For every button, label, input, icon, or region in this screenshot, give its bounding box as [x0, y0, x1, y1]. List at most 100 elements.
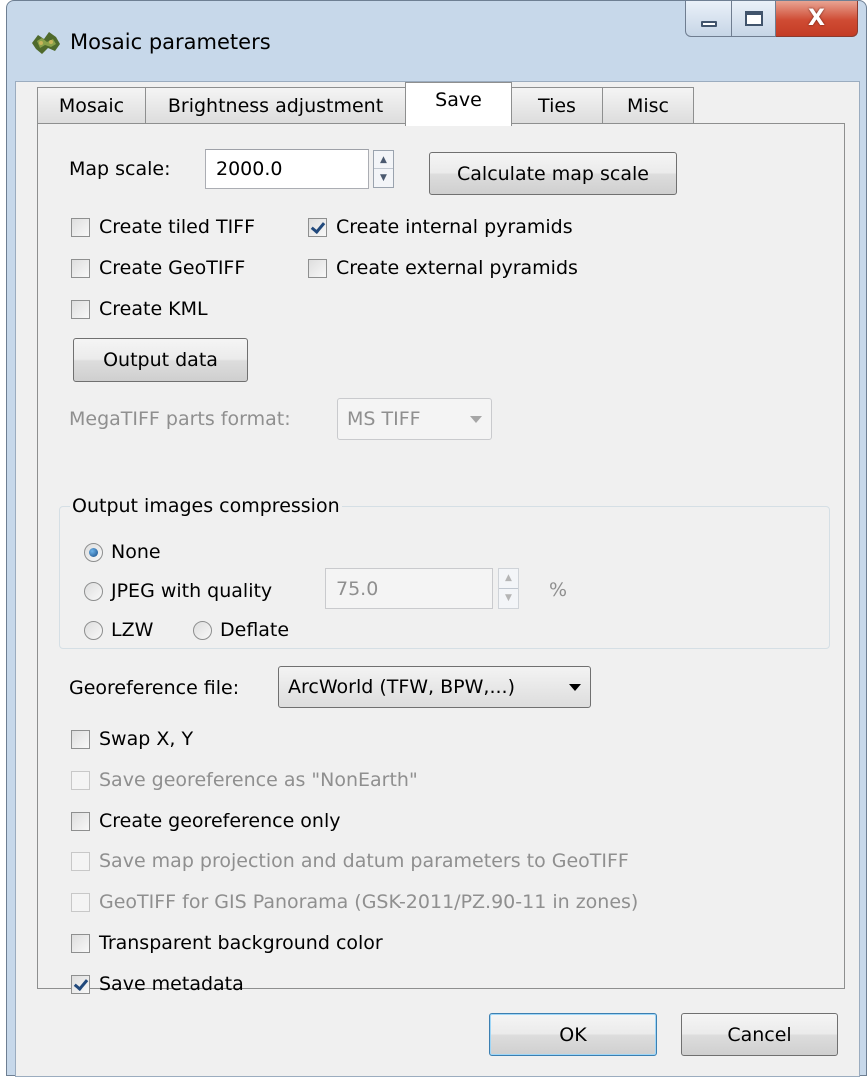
checkbox-box[interactable] [308, 217, 327, 237]
megatiff-value: MS TIFF [347, 408, 421, 430]
radio-label: Deflate [220, 619, 290, 641]
percent-label: % [549, 579, 568, 601]
tab-label: Misc [626, 95, 670, 117]
calculate-map-scale-label: Calculate map scale [457, 162, 649, 185]
compression-deflate-radio[interactable]: Deflate [193, 619, 289, 641]
window-title: Mosaic parameters [70, 30, 271, 54]
minimize-button[interactable] [685, 1, 732, 37]
tab-label: Ties [538, 95, 576, 117]
checkbox-label: Save metadata [99, 973, 244, 995]
map-scale-spinner[interactable]: ▲ ▼ [373, 150, 394, 188]
radio-button[interactable] [84, 542, 103, 562]
spin-up-icon[interactable]: ▲ [374, 151, 393, 169]
radio-label: LZW [111, 619, 154, 641]
jpeg-quality-value: 75.0 [336, 577, 379, 600]
transparent-background-checkbox[interactable]: Transparent background color [71, 932, 383, 954]
checkbox-box[interactable] [71, 811, 90, 831]
map-scale-value: 2000.0 [216, 158, 283, 180]
compression-none-radio[interactable]: None [84, 541, 161, 563]
caption-buttons: X [685, 1, 858, 39]
tab-ties[interactable]: Ties [511, 87, 603, 124]
megatiff-parts-format-label: MegaTIFF parts format: [69, 408, 291, 430]
checkbox-box[interactable] [71, 892, 90, 912]
compression-group-title: Output images compression [70, 495, 342, 517]
create-external-pyramids-checkbox[interactable]: Create external pyramids [308, 257, 578, 279]
save-metadata-checkbox[interactable]: Save metadata [71, 973, 244, 995]
radio-button[interactable] [193, 620, 212, 640]
tab-mosaic[interactable]: Mosaic [37, 87, 146, 124]
checkbox-label: Create georeference only [99, 810, 341, 832]
maximize-icon [744, 11, 763, 26]
close-button[interactable]: X [776, 1, 858, 37]
minimize-icon [700, 20, 717, 27]
checkbox-label: Swap X, Y [99, 728, 194, 750]
maximize-button[interactable] [732, 1, 776, 37]
checkbox-label: Create tiled TIFF [99, 216, 256, 238]
map-scale-input[interactable]: 2000.0 [205, 149, 369, 189]
checkbox-label: Save map projection and datum parameters… [99, 850, 629, 872]
checkbox-box[interactable] [71, 933, 90, 953]
checkbox-box[interactable] [308, 258, 327, 278]
save-tab-panel: Map scale: 2000.0 ▲ ▼ Calculate map scal… [37, 123, 845, 995]
checkbox-label: Create GeoTIFF [99, 257, 246, 279]
checkbox-label: Create KML [99, 298, 208, 320]
tab-misc[interactable]: Misc [602, 87, 694, 124]
create-georeference-only-checkbox[interactable]: Create georeference only [71, 810, 341, 832]
map-scale-label: Map scale: [69, 158, 171, 180]
create-internal-pyramids-checkbox[interactable]: Create internal pyramids [308, 216, 573, 238]
cancel-label: Cancel [727, 1023, 792, 1046]
jpeg-quality-spinner[interactable]: ▲ ▼ [498, 568, 519, 609]
calculate-map-scale-button[interactable]: Calculate map scale [429, 152, 677, 195]
megatiff-parts-format-select[interactable]: MS TIFF [337, 398, 492, 440]
tab-save[interactable]: Save [405, 82, 512, 126]
georeference-file-label: Georeference file: [69, 677, 240, 699]
checkbox-box[interactable] [71, 299, 90, 319]
title-bar[interactable]: Mosaic parameters X [7, 1, 866, 81]
checkbox-box[interactable] [71, 217, 90, 237]
radio-label: JPEG with quality [111, 580, 273, 602]
checkbox-label: Create internal pyramids [336, 216, 573, 238]
output-data-label: Output data [103, 349, 218, 371]
chevron-down-icon [470, 416, 482, 423]
georef-value: ArcWorld (TFW, BPW,...) [288, 676, 515, 698]
compression-jpeg-radio[interactable]: JPEG with quality [84, 580, 272, 602]
spin-down-icon[interactable]: ▼ [499, 589, 518, 609]
checkbox-label: Transparent background color [99, 932, 383, 954]
spin-down-icon[interactable]: ▼ [374, 169, 393, 187]
tab-label: Mosaic [58, 95, 125, 117]
checkbox-box[interactable] [71, 258, 90, 278]
tab-label: Brightness adjustment [167, 95, 384, 117]
swap-xy-checkbox[interactable]: Swap X, Y [71, 728, 193, 750]
checkbox-box[interactable] [71, 729, 90, 749]
tab-label: Save [435, 88, 482, 111]
compression-lzw-radio[interactable]: LZW [84, 619, 153, 641]
georeference-file-select[interactable]: ArcWorld (TFW, BPW,...) [278, 666, 591, 708]
checkbox-label: Create external pyramids [336, 257, 578, 279]
save-nonearth-checkbox[interactable]: Save georeference as "NonEarth" [71, 769, 418, 791]
ok-button[interactable]: OK [489, 1013, 657, 1056]
radio-label: None [111, 541, 161, 563]
cancel-button[interactable]: Cancel [681, 1013, 838, 1056]
create-tiled-tiff-checkbox[interactable]: Create tiled TIFF [71, 216, 255, 238]
create-geotiff-checkbox[interactable]: Create GeoTIFF [71, 257, 245, 279]
checkbox-label: GeoTIFF for GIS Panorama (GSK-2011/PZ.90… [99, 891, 639, 913]
output-data-button[interactable]: Output data [73, 338, 248, 382]
create-kml-checkbox[interactable]: Create KML [71, 298, 208, 320]
checkbox-box[interactable] [71, 974, 90, 994]
dialog-client-area: Mosaic Brightness adjustment Save Ties M… [15, 81, 860, 1077]
checkbox-label: Save georeference as "NonEarth" [99, 769, 418, 791]
radio-button[interactable] [84, 581, 103, 601]
geotiff-gis-panorama-checkbox[interactable]: GeoTIFF for GIS Panorama (GSK-2011/PZ.90… [71, 891, 638, 913]
checkbox-box[interactable] [71, 851, 90, 871]
chevron-down-icon [569, 684, 581, 691]
app-icon [32, 32, 60, 54]
checkbox-box[interactable] [71, 770, 90, 790]
ok-label: OK [559, 1023, 587, 1046]
save-projection-checkbox[interactable]: Save map projection and datum parameters… [71, 850, 629, 872]
jpeg-quality-input[interactable]: 75.0 [325, 568, 493, 609]
tab-brightness-adjustment[interactable]: Brightness adjustment [145, 87, 406, 124]
close-icon: X [808, 6, 825, 31]
spin-up-icon[interactable]: ▲ [499, 569, 518, 589]
radio-button[interactable] [84, 620, 103, 640]
mosaic-parameters-dialog: Mosaic parameters X Mosaic Brightness ad… [6, 0, 867, 1077]
